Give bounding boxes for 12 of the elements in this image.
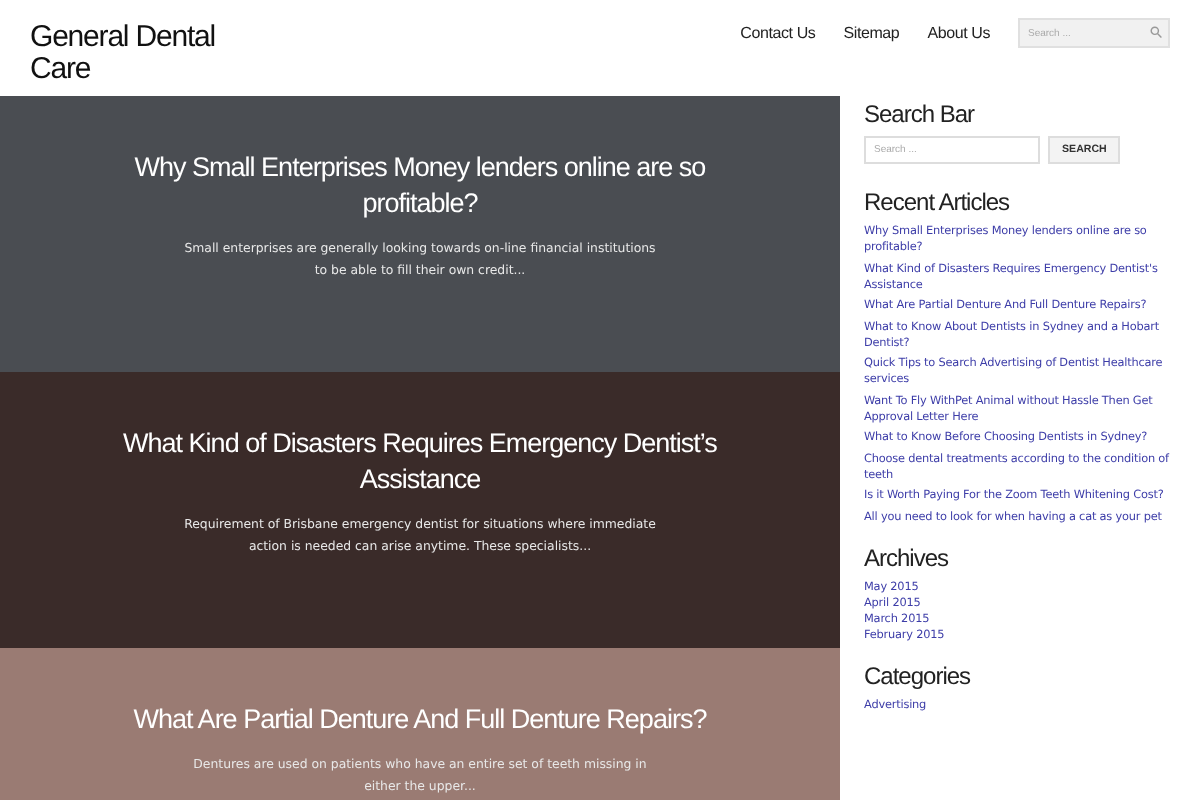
nav-link[interactable]: Sitemap [843, 24, 900, 42]
post-title[interactable]: What Are Partial Denture And Full Denture Repairs? [110, 702, 730, 738]
nav-link[interactable]: About Us [927, 24, 990, 42]
widget-heading: Categories [864, 661, 973, 689]
post-title[interactable]: Why Small Enterprises Money lenders online are so profitable? [110, 150, 730, 222]
search-icon [1150, 26, 1162, 38]
widget-heading: Archives [864, 543, 951, 571]
widget-heading: Search Bar [864, 100, 977, 128]
widget-heading: Recent Articles [864, 188, 1012, 216]
post-title[interactable]: What Kind of Disasters Requires Emergency Dentist’s Assistance [110, 426, 730, 498]
site-title[interactable]: General Dental Care [30, 22, 230, 86]
nav-link[interactable]: Contact Us [740, 24, 816, 42]
